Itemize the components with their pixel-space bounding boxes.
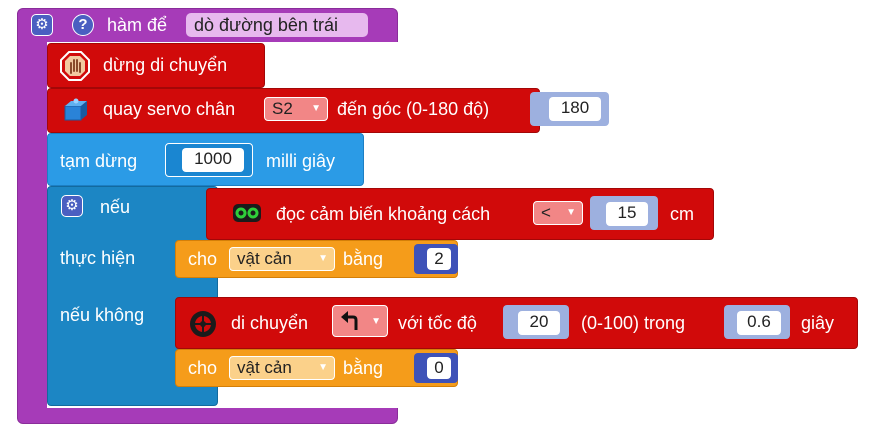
duration-input[interactable]: 0.6 [737, 311, 781, 335]
set-label: cho [188, 358, 218, 378]
variable-dropdown[interactable]: vật cản ▼ [229, 247, 335, 271]
sensor-label: đọc cảm biến khoảng cách [276, 204, 491, 224]
function-name: dò đường bên trái [194, 15, 338, 35]
set-value-input[interactable]: 0 [427, 357, 451, 379]
function-label: hàm để [107, 15, 168, 35]
servo-icon [62, 96, 88, 124]
ultrasonic-sensor-icon [232, 202, 262, 224]
wheel-icon [189, 310, 217, 338]
to-label: bằng [343, 249, 384, 269]
servo-pin-dropdown[interactable]: S2 ▼ [264, 97, 328, 121]
pause-label: tạm dừng [60, 151, 138, 171]
help-icon[interactable]: ? [72, 14, 94, 36]
sensor-unit: cm [670, 204, 694, 224]
chevron-down-icon: ▼ [566, 207, 576, 218]
variable-name: vật cản [237, 249, 292, 268]
if-label: nếu [100, 197, 131, 217]
else-label: nếu không [60, 305, 145, 325]
if-gear-icon[interactable]: ⚙ [61, 195, 83, 217]
speed-range-label: (0-100) trong [581, 313, 686, 333]
servo-angle-label: đến góc (0-180 độ) [337, 99, 490, 119]
set-label: cho [188, 249, 218, 269]
gear-icon[interactable]: ⚙ [31, 14, 53, 36]
chevron-down-icon: ▼ [371, 316, 381, 327]
to-label: bằng [343, 358, 384, 378]
turn-left-arrow-icon [339, 310, 361, 332]
then-label: thực hiện [60, 248, 136, 268]
servo-label: quay servo chân [103, 99, 236, 119]
sensor-value-input[interactable]: 15 [606, 202, 648, 226]
servo-angle-input[interactable]: 180 [549, 97, 601, 121]
pause-value-input[interactable]: 1000 [182, 148, 244, 172]
duration-unit: giây [801, 313, 835, 333]
variable-name: vật cản [237, 358, 292, 377]
direction-dropdown[interactable]: ▼ [332, 305, 388, 337]
set-value-input[interactable]: 2 [427, 248, 451, 270]
servo-pin-value: S2 [272, 99, 293, 118]
stop-hand-icon [60, 51, 90, 81]
sensor-operator-dropdown[interactable]: < ▼ [533, 201, 583, 225]
variable-dropdown[interactable]: vật cản ▼ [229, 356, 335, 380]
sensor-operator-value: < [541, 203, 551, 222]
move-label: di chuyển [231, 313, 309, 333]
chevron-down-icon: ▼ [318, 253, 328, 264]
chevron-down-icon: ▼ [311, 103, 321, 114]
pause-unit: milli giây [266, 151, 336, 171]
speed-label: với tốc độ [398, 313, 477, 333]
speed-input[interactable]: 20 [518, 311, 560, 335]
stop-label: dừng di chuyển [103, 55, 228, 75]
chevron-down-icon: ▼ [318, 362, 328, 373]
